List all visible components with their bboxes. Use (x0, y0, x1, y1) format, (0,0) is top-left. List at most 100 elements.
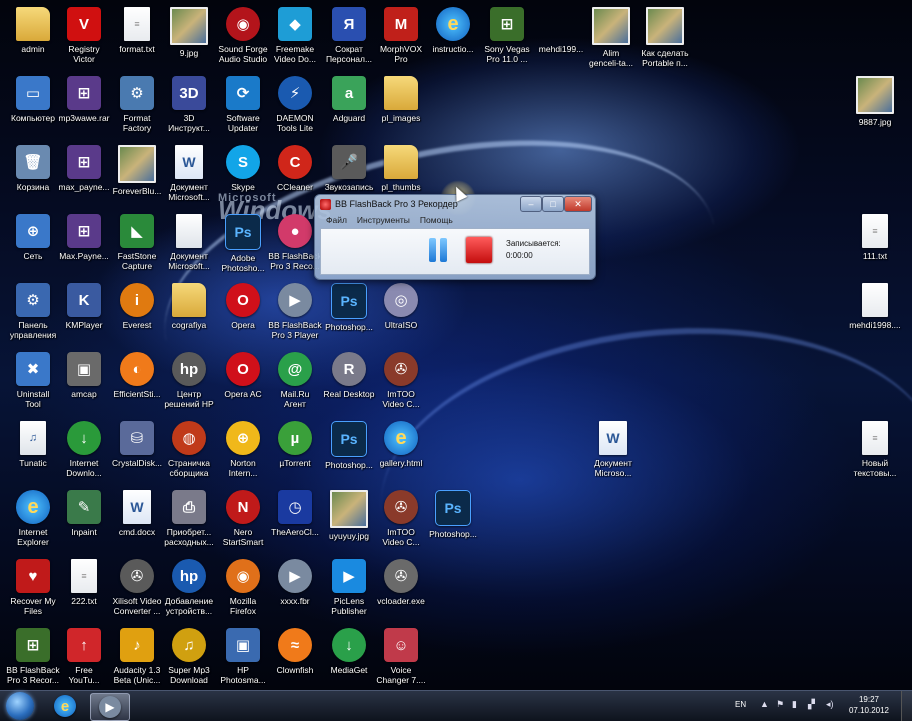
menu-file[interactable]: Файл (326, 215, 347, 227)
desktop-icon[interactable]: Документ Microsoft... (160, 211, 218, 277)
utorrent-icon: µ (278, 421, 312, 455)
user-folder-icon (16, 7, 50, 41)
desktop-icon[interactable]: 9887.jpg (846, 73, 904, 139)
desktop-icon[interactable]: ▭ Компьютер (4, 73, 62, 139)
close-button[interactable]: ✕ (564, 196, 592, 212)
desktop-icon[interactable]: N Nero StartSmart (214, 487, 272, 553)
desktop-icon[interactable]: K KMPlayer (55, 280, 113, 346)
kmplayer-icon: K (67, 283, 101, 317)
desktop-icon[interactable]: ◍ Страничка сборщика (160, 418, 218, 484)
desktop-icon[interactable]: ↓ Internet Downlo... (55, 418, 113, 484)
taskbar-internet-explorer[interactable]: e (46, 693, 84, 719)
desktop-icon[interactable]: ◷ TheAeroCl... (266, 487, 324, 553)
desktop-icon[interactable]: pl_images (372, 73, 430, 139)
desktop-icon[interactable]: 🗑 Корзина (4, 142, 62, 208)
desktop-icon-label: Как сделать Portable п... (641, 48, 689, 68)
menu-tools[interactable]: Инструменты (357, 215, 410, 227)
desktop-icon[interactable]: ◎ UltraISO (372, 280, 430, 346)
desktop-icon[interactable]: ⚡ DAEMON Tools Lite (266, 73, 324, 139)
desktop-icon[interactable]: ♥ Recover My Files (4, 556, 62, 622)
desktop-icon[interactable]: Как сделать Portable п... (636, 4, 694, 70)
desktop-icon[interactable]: ✇ vcloader.exe (372, 556, 430, 622)
battery-icon[interactable]: ▮ (792, 699, 797, 710)
desktop-icon[interactable]: ≡ format.txt (108, 4, 166, 70)
desktop-icon[interactable]: ♫ Super Mp3 Download (160, 625, 218, 690)
desktop-icon[interactable]: e gallery.html (372, 418, 430, 484)
flag-icon[interactable]: ⚑ (776, 699, 784, 710)
show-desktop-button[interactable] (901, 691, 912, 721)
desktop-icon[interactable]: @ Mail.Ru Агент (266, 349, 324, 415)
desktop-icon[interactable]: ◉ Mozilla Firefox (214, 556, 272, 622)
desktop-icon[interactable]: hp Центр решений HP (160, 349, 218, 415)
desktop-icon[interactable]: ▶ PicLens Publisher (320, 556, 378, 622)
desktop-icon[interactable]: ⊕ Сеть (4, 211, 62, 277)
text-file-icon: ≡ (71, 559, 97, 593)
faststone-icon: ◣ (120, 214, 154, 248)
desktop-icon[interactable]: hp Добавление устройств... (160, 556, 218, 622)
desktop-icon[interactable]: e instructio... (424, 4, 482, 70)
desktop-icon[interactable]: ⊕ Norton Intern... (214, 418, 272, 484)
desktop-icon[interactable]: ✖ Uninstall Tool (4, 349, 62, 415)
desktop-icon[interactable]: M MorphVOX Pro (372, 4, 430, 70)
desktop-icon[interactable]: ✇ ImTOO Video C... (372, 487, 430, 553)
language-indicator[interactable]: EN (735, 700, 746, 709)
desktop-icon[interactable]: cografiya (160, 280, 218, 346)
desktop-icon[interactable]: S Skype (214, 142, 272, 208)
desktop-icon[interactable]: ⎙ Приобрет... расходных... (160, 487, 218, 553)
show-hidden-icons-icon[interactable]: ▲ (760, 699, 769, 709)
desktop-icon[interactable]: ▣ HP Photosma... (214, 625, 272, 690)
mediaget-icon: ↓ (332, 628, 366, 662)
desktop-icon[interactable]: ◆ Freemake Video Do... (266, 4, 324, 70)
desktop-icon[interactable]: ▣ amcap (55, 349, 113, 415)
minimize-button[interactable]: – (520, 196, 542, 212)
desktop-icon[interactable]: a Adguard (320, 73, 378, 139)
desktop-icon[interactable]: Ps Photoshop... (320, 418, 378, 484)
desktop-icon[interactable]: V Registry Victor (55, 4, 113, 70)
desktop-icon[interactable]: e Internet Explorer (4, 487, 62, 553)
word-document-icon: W (599, 421, 627, 455)
desktop-icon[interactable]: 9.jpg (160, 4, 218, 70)
ultraiso-icon: ◎ (384, 283, 418, 317)
desktop-icon[interactable]: ✎ Inpaint (55, 487, 113, 553)
desktop-icon[interactable]: ≡ 111.txt (846, 211, 904, 277)
maximize-button[interactable]: □ (542, 196, 564, 212)
pause-button[interactable] (425, 235, 451, 265)
desktop-icon-label: mehdi1998.... (849, 320, 901, 330)
desktop-icon[interactable]: ⊞ Sony Vegas Pro 11.0 ... (478, 4, 536, 70)
network-tray-icon[interactable]: ▞ (808, 699, 815, 710)
3d-instructor-icon: 3D (172, 76, 206, 110)
flashback-recorder-window[interactable]: BB FlashBack Pro 3 Рекордер – □ ✕ Файл И… (314, 194, 596, 280)
recorder-menu-bar: Файл Инструменты Помощь (320, 215, 594, 227)
clock[interactable]: 19:27 07.10.2012 (844, 694, 894, 716)
desktop-icon[interactable]: W Документ Microso... (584, 418, 642, 484)
desktop-icon[interactable]: ≈ Clownfish (266, 625, 324, 690)
desktop-icon[interactable]: ≡ Новый текстовы... (846, 418, 904, 484)
desktop-icon[interactable]: Ps Photoshop... (424, 487, 482, 553)
volume-icon[interactable]: ◂) (826, 699, 834, 710)
desktop-icon-label: 111.txt (862, 251, 888, 261)
desktop-icon[interactable]: Alim genceli-ta... (582, 4, 640, 70)
desktop-icon[interactable]: ⚙ Панель управления (4, 280, 62, 346)
desktop-icon[interactable]: ⊞ max_payne... (55, 142, 113, 208)
desktop-icon[interactable]: ✇ ImTOO Video C... (372, 349, 430, 415)
photoshop-icon: Ps (225, 214, 261, 250)
desktop-icon[interactable]: i Everest (108, 280, 166, 346)
desktop-icon[interactable]: µ µTorrent (266, 418, 324, 484)
desktop-icon[interactable]: ▶ BB FlashBack Pro 3 Player (266, 280, 324, 346)
start-button[interactable] (6, 692, 34, 720)
desktop-icon[interactable]: mehdi1998.... (846, 280, 904, 346)
menu-help[interactable]: Помощь (420, 215, 453, 227)
text-file-icon: ≡ (124, 7, 150, 41)
taskbar-flashback-player[interactable]: ▶ (90, 693, 130, 721)
desktop-icon[interactable]: ▶ xxxx.fbr (266, 556, 324, 622)
internet-download-icon: ↓ (67, 421, 101, 455)
desktop-icon-label: Новый текстовы... (853, 458, 897, 478)
rar-archive-icon: ⊞ (67, 145, 101, 179)
desktop-icon[interactable]: ☺ Voice Changer 7.... (372, 625, 430, 690)
piclens-icon: ▶ (332, 559, 366, 593)
desktop-icon[interactable]: 3D 3D Инструкт... (160, 73, 218, 139)
desktop-icon[interactable]: Ps Photoshop... (320, 280, 378, 346)
opera-ac-icon: O (226, 352, 260, 386)
stop-button[interactable] (466, 237, 492, 263)
desktop-icon[interactable]: W Документ Microsoft... (160, 142, 218, 208)
